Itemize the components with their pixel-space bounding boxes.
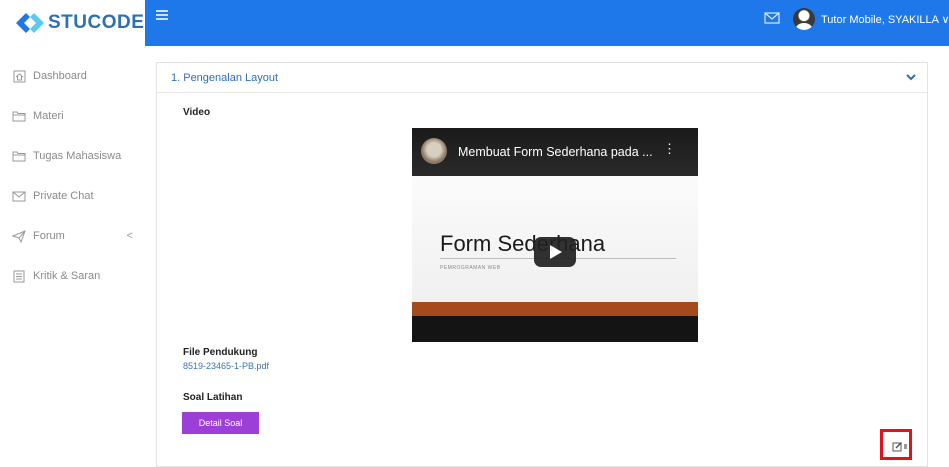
video-bottom-bar <box>412 316 698 342</box>
folder-icon <box>12 109 26 123</box>
file-download-link[interactable]: 8519-23465-1-PB.pdf <box>183 361 269 371</box>
mail-icon[interactable] <box>764 12 780 24</box>
sidebar-nav: Dashboard Materi Tugas Mahasiswa Private… <box>0 56 145 296</box>
soal-label: Soal Latihan <box>183 392 243 403</box>
sidebar-item-label: Tugas Mahasiswa <box>33 150 122 162</box>
video-player[interactable]: Membuat Form Sederhana pada ... ⋮ Form S… <box>412 128 698 342</box>
file-label: File Pendukung <box>183 347 258 358</box>
thumbnail-stripe <box>412 302 698 316</box>
play-button-icon[interactable] <box>534 237 576 267</box>
document-icon <box>12 269 26 283</box>
lesson-card-header[interactable]: 1. Pengenalan Layout <box>157 63 927 93</box>
paper-plane-icon <box>12 229 26 243</box>
sidebar-item-materi[interactable]: Materi <box>0 96 145 136</box>
edit-button[interactable] <box>880 429 912 460</box>
envelope-icon <box>12 189 26 203</box>
more-options-icon[interactable]: ⋮ <box>663 141 676 157</box>
thumbnail-title: Form Sederhana <box>440 231 606 256</box>
lesson-card: 1. Pengenalan Layout Video Membuat Form … <box>156 62 928 467</box>
hamburger-menu-icon[interactable] <box>156 10 168 20</box>
edit-icon <box>892 441 903 452</box>
sidebar-item-label: Materi <box>33 110 64 122</box>
edit-handle <box>904 444 907 449</box>
sidebar-item-label: Kritik & Saran <box>33 270 101 282</box>
sidebar-item-forum[interactable]: Forum < <box>0 216 145 256</box>
lesson-title: 1. Pengenalan Layout <box>171 71 279 84</box>
channel-avatar[interactable] <box>421 138 447 164</box>
brand-name: STUCODE <box>48 12 145 33</box>
folder-icon <box>12 149 26 163</box>
chevron-left-icon: < <box>126 230 133 242</box>
sidebar-item-tugas-mahasiswa[interactable]: Tugas Mahasiswa <box>0 136 145 176</box>
home-icon <box>12 69 26 83</box>
sidebar-item-dashboard[interactable]: Dashboard <box>0 56 145 96</box>
sidebar-item-label: Dashboard <box>33 70 87 82</box>
sidebar-item-label: Private Chat <box>33 190 94 202</box>
logo[interactable]: STUCODE <box>0 0 145 46</box>
thumbnail-subtitle: PEMROGRAMAN WEB <box>440 265 501 271</box>
avatar <box>793 8 815 30</box>
video-title[interactable]: Membuat Form Sederhana pada ... <box>458 145 653 159</box>
sidebar: STUCODE Dashboard Materi Tugas Mahasiswa… <box>0 0 145 465</box>
user-name: Tutor Mobile, SYAKILLA ∨ <box>821 13 949 26</box>
video-title-bar: Membuat Form Sederhana pada ... ⋮ <box>412 128 698 176</box>
video-label: Video <box>183 107 211 118</box>
stucode-logo-icon <box>16 13 44 33</box>
sidebar-item-label: Forum <box>33 230 65 242</box>
detail-soal-button[interactable]: Detail Soal <box>182 412 259 434</box>
chevron-down-icon[interactable] <box>905 72 917 82</box>
user-menu[interactable]: Tutor Mobile, SYAKILLA ∨ <box>793 8 949 30</box>
sidebar-item-private-chat[interactable]: Private Chat <box>0 176 145 216</box>
main-content: 1. Pengenalan Layout Video Membuat Form … <box>145 46 949 467</box>
top-navbar: Tutor Mobile, SYAKILLA ∨ <box>145 0 949 46</box>
sidebar-item-kritik-saran[interactable]: Kritik & Saran <box>0 256 145 296</box>
